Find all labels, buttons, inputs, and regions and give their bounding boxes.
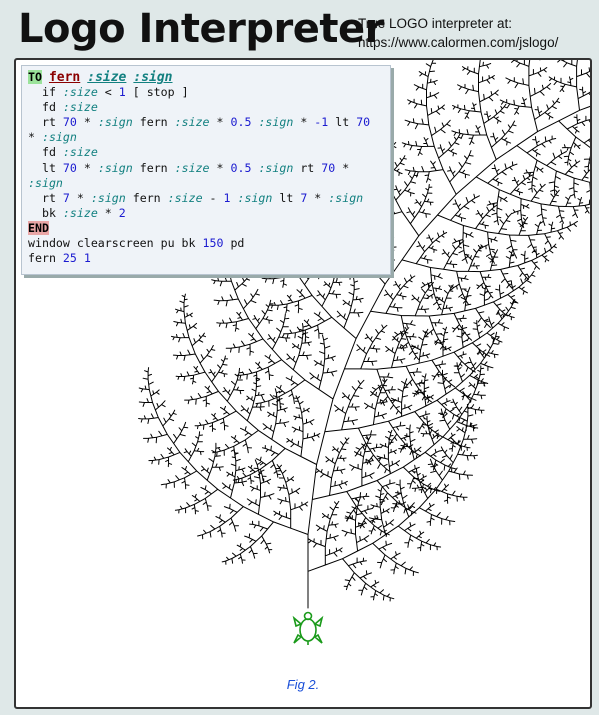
- code-line: rt 70 * :sign fern :size * 0.5 :sign * -…: [28, 115, 371, 145]
- code-line: bk :size * 2: [28, 205, 126, 220]
- code-line: fd :size: [28, 145, 98, 160]
- header: Logo Interpreter True LOGO interpreter a…: [0, 0, 599, 58]
- turtle-icon: [292, 611, 324, 645]
- code-line: fd :size: [28, 100, 98, 115]
- interpreter-link[interactable]: https://www.calormen.com/jslogo/: [358, 35, 558, 50]
- code-line: if :size < 1 [ stop ]: [28, 85, 189, 100]
- app-title: Logo Interpreter: [18, 6, 384, 52]
- tagline-text: True LOGO interpreter at:: [358, 16, 513, 31]
- figure-caption: Fig 2.: [286, 677, 320, 692]
- code-line: window clearscreen pu bk 150 pd: [28, 236, 245, 251]
- code-line: fern 25 1: [28, 251, 91, 266]
- drawing-frame: TO fern :size :sign if :size < 1 [ stop …: [14, 58, 592, 709]
- code-line: END: [28, 220, 49, 235]
- code-line: TO fern :size :sign: [28, 70, 173, 85]
- code-editor[interactable]: TO fern :size :sign if :size < 1 [ stop …: [21, 65, 391, 275]
- code-line: rt 7 * :sign fern :size - 1 :sign lt 7 *…: [28, 190, 364, 205]
- tagline: True LOGO interpreter at: https://www.ca…: [358, 14, 558, 52]
- code-line: lt 70 * :sign fern :size * 0.5 :sign rt …: [28, 160, 357, 190]
